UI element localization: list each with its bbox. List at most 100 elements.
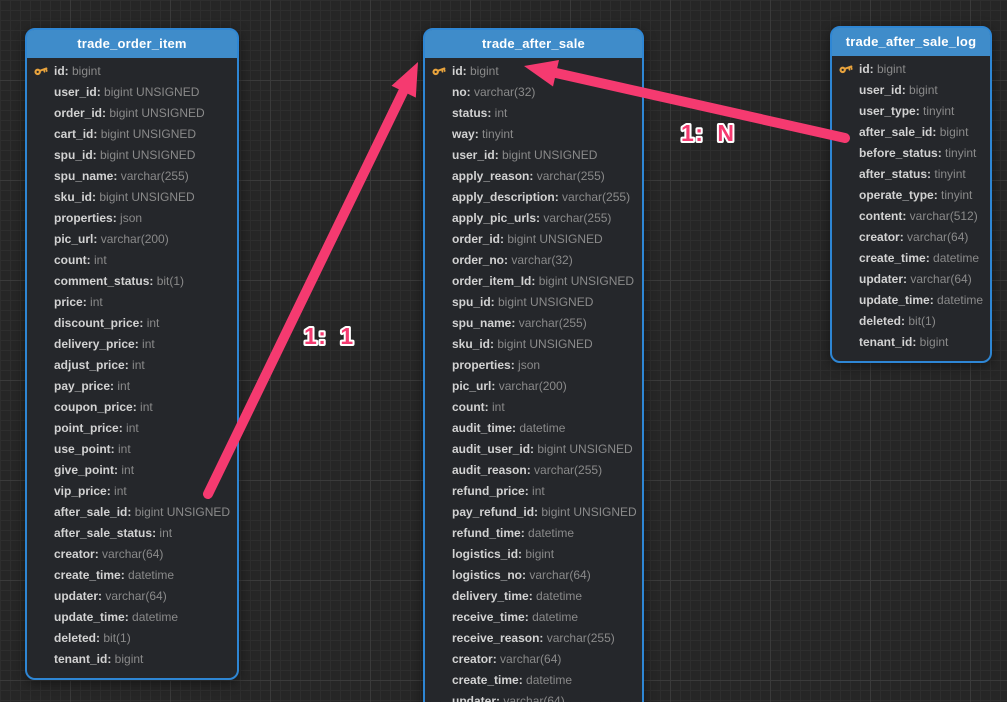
field-name: delivery_time — [452, 589, 533, 603]
field-row-vip_price[interactable]: vip_price int — [27, 481, 237, 502]
field-row-updater[interactable]: updater varchar(64) — [832, 269, 990, 290]
relation-arrow-one-to-one[interactable] — [208, 62, 418, 494]
relation-label-one-to-many[interactable]: 1: N — [681, 120, 735, 146]
field-row-update_time[interactable]: update_time datetime — [832, 290, 990, 311]
field-row-id[interactable]: id bigint — [832, 59, 990, 80]
relation-label-one-to-one[interactable]: 1: 1 — [304, 323, 355, 349]
field-row-deleted[interactable]: deleted bit(1) — [832, 311, 990, 332]
field-row-way[interactable]: way tinyint — [425, 124, 642, 145]
field-name: after_sale_status — [54, 526, 156, 540]
field-row-updater[interactable]: updater varchar(64) — [27, 586, 237, 607]
field-row-sku_id[interactable]: sku_id bigint UNSIGNED — [425, 334, 642, 355]
field-row-cart_id[interactable]: cart_id bigint UNSIGNED — [27, 124, 237, 145]
field-row-apply_pic_urls[interactable]: apply_pic_urls varchar(255) — [425, 208, 642, 229]
field-row-updater[interactable]: updater varchar(64) — [425, 691, 642, 702]
field-row-status[interactable]: status int — [425, 103, 642, 124]
field-row-comment_status[interactable]: comment_status bit(1) — [27, 271, 237, 292]
field-row-refund_time[interactable]: refund_time datetime — [425, 523, 642, 544]
field-row-delivery_time[interactable]: delivery_time datetime — [425, 586, 642, 607]
field-row-coupon_price[interactable]: coupon_price int — [27, 397, 237, 418]
field-row-spu_id[interactable]: spu_id bigint UNSIGNED — [425, 292, 642, 313]
table-trade_order_item[interactable]: trade_order_item id bigintuser_id bigint… — [25, 28, 239, 680]
field-type: varchar(255) — [540, 211, 611, 225]
field-row-price[interactable]: price int — [27, 292, 237, 313]
field-row-deleted[interactable]: deleted bit(1) — [27, 628, 237, 649]
field-type: int — [114, 379, 130, 393]
field-type: datetime — [523, 673, 572, 687]
field-row-delivery_price[interactable]: delivery_price int — [27, 334, 237, 355]
field-row-user_type[interactable]: user_type tinyint — [832, 101, 990, 122]
field-type: bigint UNSIGNED — [499, 148, 598, 162]
field-row-give_point[interactable]: give_point int — [27, 460, 237, 481]
field-row-creator[interactable]: creator varchar(64) — [27, 544, 237, 565]
field-row-tenant_id[interactable]: tenant_id bigint — [27, 649, 237, 670]
field-type: int — [139, 337, 155, 351]
field-row-properties[interactable]: properties json — [27, 208, 237, 229]
field-row-apply_description[interactable]: apply_description varchar(255) — [425, 187, 642, 208]
field-row-adjust_price[interactable]: adjust_price int — [27, 355, 237, 376]
field-type: json — [515, 358, 540, 372]
field-row-order_id[interactable]: order_id bigint UNSIGNED — [27, 103, 237, 124]
field-row-spu_name[interactable]: spu_name varchar(255) — [425, 313, 642, 334]
field-row-pic_url[interactable]: pic_url varchar(200) — [425, 376, 642, 397]
field-row-tenant_id[interactable]: tenant_id bigint — [832, 332, 990, 353]
field-row-logistics_id[interactable]: logistics_id bigint — [425, 544, 642, 565]
field-row-refund_price[interactable]: refund_price int — [425, 481, 642, 502]
field-row-logistics_no[interactable]: logistics_no varchar(64) — [425, 565, 642, 586]
field-row-before_status[interactable]: before_status tinyint — [832, 143, 990, 164]
field-row-use_point[interactable]: use_point int — [27, 439, 237, 460]
field-row-update_time[interactable]: update_time datetime — [27, 607, 237, 628]
field-row-after_sale_id[interactable]: after_sale_id bigint — [832, 122, 990, 143]
field-type: int — [91, 253, 107, 267]
field-name: tenant_id — [54, 652, 111, 666]
field-name: apply_description — [452, 190, 559, 204]
field-row-receive_reason[interactable]: receive_reason varchar(255) — [425, 628, 642, 649]
field-row-pay_refund_id[interactable]: pay_refund_id bigint UNSIGNED — [425, 502, 642, 523]
field-row-id[interactable]: id bigint — [425, 61, 642, 82]
field-row-audit_user_id[interactable]: audit_user_id bigint UNSIGNED — [425, 439, 642, 460]
field-row-no[interactable]: no varchar(32) — [425, 82, 642, 103]
field-row-discount_price[interactable]: discount_price int — [27, 313, 237, 334]
field-row-count[interactable]: count int — [27, 250, 237, 271]
field-row-after_status[interactable]: after_status tinyint — [832, 164, 990, 185]
field-row-user_id[interactable]: user_id bigint UNSIGNED — [425, 145, 642, 166]
field-row-order_id[interactable]: order_id bigint UNSIGNED — [425, 229, 642, 250]
field-row-pic_url[interactable]: pic_url varchar(200) — [27, 229, 237, 250]
field-row-apply_reason[interactable]: apply_reason varchar(255) — [425, 166, 642, 187]
field-row-point_price[interactable]: point_price int — [27, 418, 237, 439]
field-row-create_time[interactable]: create_time datetime — [425, 670, 642, 691]
field-row-creator[interactable]: creator varchar(64) — [425, 649, 642, 670]
field-type: bigint UNSIGNED — [97, 127, 196, 141]
field-row-order_no[interactable]: order_no varchar(32) — [425, 250, 642, 271]
field-name: after_sale_id — [54, 505, 131, 519]
table-title: trade_after_sale_log — [832, 28, 990, 56]
field-row-id[interactable]: id bigint — [27, 61, 237, 82]
field-row-after_sale_status[interactable]: after_sale_status int — [27, 523, 237, 544]
field-name: update_time — [859, 293, 934, 307]
field-row-after_sale_id[interactable]: after_sale_id bigint UNSIGNED — [27, 502, 237, 523]
field-row-pay_price[interactable]: pay_price int — [27, 376, 237, 397]
field-type: varchar(512) — [906, 209, 977, 223]
field-row-properties[interactable]: properties json — [425, 355, 642, 376]
field-row-count[interactable]: count int — [425, 397, 642, 418]
field-row-create_time[interactable]: create_time datetime — [27, 565, 237, 586]
field-name: deleted — [54, 631, 100, 645]
table-trade_after_sale[interactable]: trade_after_sale id bigintno varchar(32)… — [423, 28, 644, 702]
field-row-sku_id[interactable]: sku_id bigint UNSIGNED — [27, 187, 237, 208]
field-row-audit_reason[interactable]: audit_reason varchar(255) — [425, 460, 642, 481]
field-row-audit_time[interactable]: audit_time datetime — [425, 418, 642, 439]
field-row-spu_id[interactable]: spu_id bigint UNSIGNED — [27, 145, 237, 166]
field-row-content[interactable]: content varchar(512) — [832, 206, 990, 227]
field-type: int — [129, 358, 145, 372]
field-row-user_id[interactable]: user_id bigint — [832, 80, 990, 101]
field-row-receive_time[interactable]: receive_time datetime — [425, 607, 642, 628]
field-name: count — [54, 253, 91, 267]
field-row-spu_name[interactable]: spu_name varchar(255) — [27, 166, 237, 187]
field-row-operate_type[interactable]: operate_type tinyint — [832, 185, 990, 206]
table-trade_after_sale_log[interactable]: trade_after_sale_log id bigintuser_id bi… — [830, 26, 992, 363]
field-row-creator[interactable]: creator varchar(64) — [832, 227, 990, 248]
diagram-canvas[interactable]: trade_order_item id bigintuser_id bigint… — [0, 0, 1007, 702]
field-row-user_id[interactable]: user_id bigint UNSIGNED — [27, 82, 237, 103]
field-row-create_time[interactable]: create_time datetime — [832, 248, 990, 269]
field-row-order_item_Id[interactable]: order_item_Id bigint UNSIGNED — [425, 271, 642, 292]
